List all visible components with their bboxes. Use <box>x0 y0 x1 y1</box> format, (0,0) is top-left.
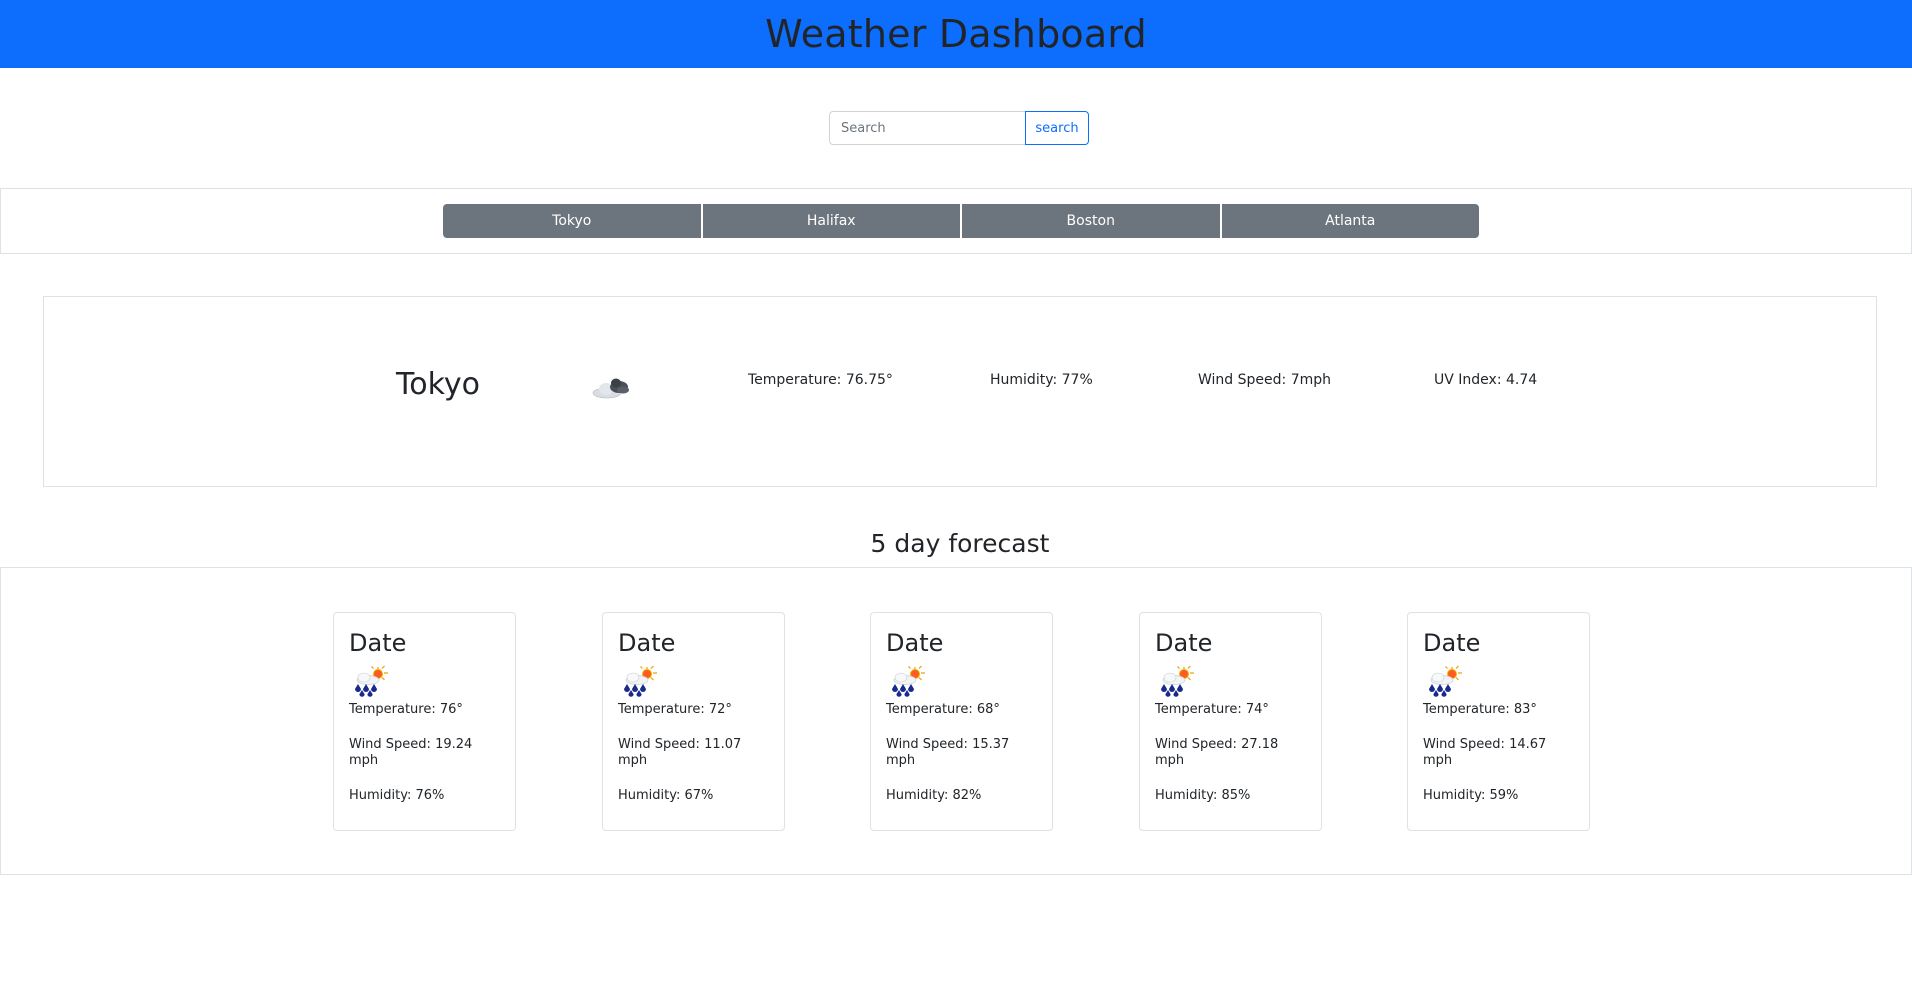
forecast-wind-speed: Wind Speed: 14.67 mph <box>1423 737 1547 768</box>
history-button-group: Tokyo Halifax Boston Atlanta <box>443 204 1479 238</box>
forecast-humidity: Humidity: 85% <box>1155 788 1251 803</box>
current-weather-card: Tokyo Temperature: 76.75° Humidity: 77% … <box>43 296 1877 487</box>
forecast-temperature: Temperature: 76° <box>349 702 463 717</box>
forecast-humidity: Humidity: 82% <box>886 788 982 803</box>
page-title: Weather Dashboard <box>765 12 1147 56</box>
forecast-wind-speed: Wind Speed: 15.37 mph <box>886 737 1010 768</box>
rain-sun-icon <box>349 664 389 698</box>
rain-sun-icon <box>1155 664 1195 698</box>
history-button-boston[interactable]: Boston <box>962 204 1220 238</box>
forecast-wind-speed: Wind Speed: 11.07 mph <box>618 737 742 768</box>
current-uv-index: UV Index: 4.74 <box>1434 372 1538 388</box>
forecast-temperature: Temperature: 72° <box>618 702 732 717</box>
forecast-humidity: Humidity: 59% <box>1423 788 1519 803</box>
current-humidity: Humidity: 77% <box>990 372 1093 388</box>
forecast-card: Date Temperature: 76° Wind Speed: 19.24 mp… <box>333 612 516 831</box>
forecast-temperature: Temperature: 74° <box>1155 702 1269 717</box>
forecast-date: Date <box>1423 629 1481 657</box>
forecast-wind-speed: Wind Speed: 27.18 mph <box>1155 737 1279 768</box>
forecast-card: Date Temperature: 68° Wind Speed: 15.37 mp… <box>870 612 1053 831</box>
forecast-card: Date Temperature: 83° Wind Speed: 14.67 mp… <box>1407 612 1590 831</box>
forecast-date: Date <box>618 629 676 657</box>
search-input[interactable] <box>829 111 1025 145</box>
history-button-atlanta[interactable]: Atlanta <box>1221 204 1479 238</box>
forecast-humidity: Humidity: 67% <box>618 788 714 803</box>
rain-sun-icon <box>886 664 926 698</box>
forecast-temperature: Temperature: 83° <box>1423 702 1537 717</box>
forecast-card: Date Temperature: 72° Wind Speed: 11.07 mp… <box>602 612 785 831</box>
forecast-temperature: Temperature: 68° <box>886 702 1000 717</box>
forecast-section: Date Temperature: 76° Wind Speed: 19.24 mp… <box>0 567 1912 875</box>
search-button[interactable]: search <box>1025 111 1089 145</box>
forecast-date: Date <box>349 629 407 657</box>
rain-sun-icon <box>1423 664 1463 698</box>
forecast-title: 5 day forecast <box>870 529 1050 558</box>
search-history: Tokyo Halifax Boston Atlanta <box>0 188 1912 254</box>
forecast-date: Date <box>886 629 944 657</box>
forecast-humidity: Humidity: 76% <box>349 788 445 803</box>
current-temperature: Temperature: 76.75° <box>748 372 893 388</box>
forecast-wind-speed: Wind Speed: 19.24 mph <box>349 737 473 768</box>
forecast-date: Date <box>1155 629 1213 657</box>
history-button-tokyo[interactable]: Tokyo <box>443 204 701 238</box>
top-bar: Weather Dashboard <box>0 0 1912 68</box>
search-bar: search <box>829 111 1089 145</box>
current-city-name: Tokyo <box>396 367 480 402</box>
history-button-halifax[interactable]: Halifax <box>702 204 960 238</box>
rain-sun-icon <box>618 664 658 698</box>
forecast-card: Date Temperature: 74° Wind Speed: 27.18 mp… <box>1139 612 1322 831</box>
current-wind-speed: Wind Speed: 7mph <box>1198 372 1331 388</box>
cloudy-icon <box>592 378 629 399</box>
